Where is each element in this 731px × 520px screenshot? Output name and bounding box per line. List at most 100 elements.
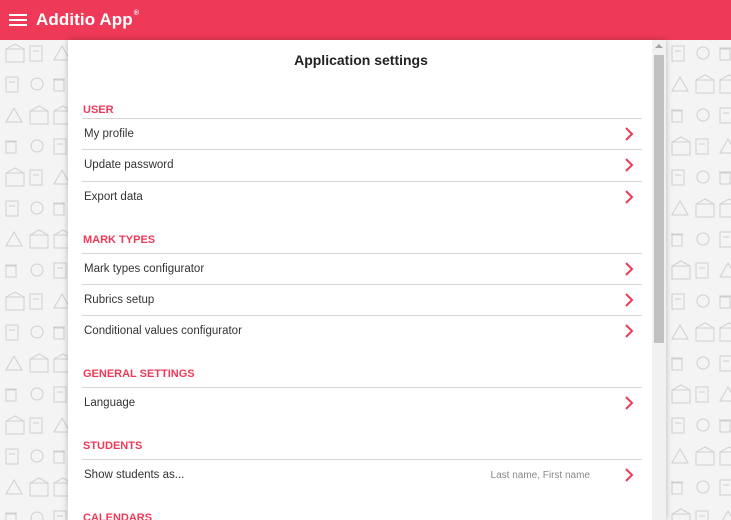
pattern-shape (5, 388, 17, 402)
pattern-shape (671, 169, 685, 186)
pattern-shape (696, 418, 710, 432)
pattern-shape (29, 45, 43, 62)
pattern-shape (53, 510, 67, 520)
settings-item-export-data[interactable]: Export data (82, 181, 642, 212)
settings-item-conditional-values[interactable]: Conditional values configurator (82, 315, 642, 346)
pattern-shape (671, 417, 685, 434)
background-pattern-left (0, 40, 68, 520)
pattern-shape (695, 198, 715, 218)
app-title: Additio App® (36, 10, 139, 30)
pattern-shape (5, 230, 23, 247)
pattern-shape (5, 415, 25, 435)
pattern-shape (30, 449, 44, 463)
pattern-shape (719, 198, 731, 218)
pattern-shape (29, 353, 49, 373)
pattern-shape (695, 510, 709, 520)
pattern-shape (5, 264, 17, 278)
pattern-shape (719, 231, 731, 248)
pattern-shape (29, 229, 49, 249)
scrollbar-thumb[interactable] (654, 55, 664, 343)
settings-item-show-students-as[interactable]: Show students as... Last name, First nam… (82, 459, 642, 490)
settings-item-mark-types-configurator[interactable]: Mark types configurator (82, 253, 642, 284)
pattern-shape (671, 199, 689, 216)
hamburger-icon[interactable] (9, 13, 27, 27)
chevron-right-icon (625, 262, 634, 276)
chevron-right-icon (625, 293, 634, 307)
pattern-shape (53, 202, 65, 216)
pattern-shape (53, 262, 67, 279)
chevron-right-icon (625, 127, 634, 141)
settings-panel: Application settings USER My profile Upd… (68, 40, 666, 520)
settings-item-label: Language (84, 397, 136, 409)
pattern-shape (722, 509, 731, 520)
chevron-right-icon (625, 324, 634, 338)
pattern-shape (671, 447, 689, 464)
pattern-shape (53, 416, 68, 433)
school-pattern-icons (671, 45, 731, 520)
pattern-shape (719, 47, 731, 61)
pattern-shape (695, 322, 715, 342)
pattern-shape (671, 233, 683, 247)
pattern-shape (53, 386, 67, 403)
pattern-shape (30, 325, 44, 339)
pattern-shape (696, 294, 710, 308)
pattern-shape (696, 356, 710, 370)
app-title-text: Additio App (36, 10, 133, 29)
pattern-shape (696, 480, 710, 494)
pattern-shape (719, 74, 731, 94)
pattern-shape (695, 138, 709, 155)
pattern-shape (30, 77, 44, 91)
pattern-shape (719, 171, 731, 185)
pattern-shape (671, 508, 691, 520)
pattern-shape (5, 324, 19, 341)
pattern-shape (30, 201, 44, 215)
settings-item-label: My profile (84, 128, 134, 140)
pattern-shape (30, 511, 44, 520)
settings-item-value: Last name, First name (490, 470, 590, 481)
pattern-shape (696, 46, 710, 60)
pattern-shape (30, 263, 44, 277)
section-header-user: USER (83, 104, 114, 116)
pattern-shape (671, 384, 691, 404)
pattern-shape (53, 105, 68, 125)
pattern-shape (671, 323, 689, 340)
pattern-shape (29, 105, 49, 125)
pattern-shape (719, 479, 731, 496)
pattern-shape (5, 76, 19, 93)
scrollbar[interactable] (652, 40, 666, 520)
pattern-shape (719, 137, 731, 154)
pattern-shape (671, 136, 691, 156)
settings-item-label: Conditional values configurator (84, 325, 242, 337)
pattern-shape (719, 322, 731, 342)
pattern-shape (5, 43, 25, 63)
school-pattern-icons (5, 43, 68, 520)
pattern-shape (53, 450, 65, 464)
pattern-shape (719, 295, 731, 309)
background-pattern-right (666, 40, 731, 520)
pattern-shape (671, 109, 683, 123)
pattern-shape (696, 232, 710, 246)
pattern-shape (719, 419, 731, 433)
pattern-shape (695, 74, 715, 94)
pattern-shape (696, 108, 710, 122)
settings-item-my-profile[interactable]: My profile (82, 118, 642, 149)
settings-item-update-password[interactable]: Update password (82, 149, 642, 180)
settings-item-language[interactable]: Language (82, 387, 642, 418)
pattern-shape (53, 138, 67, 155)
section-header-calendars: CALENDARS (83, 512, 153, 520)
pattern-shape (671, 481, 683, 495)
pattern-shape (29, 477, 49, 497)
scroll-up-arrow-icon[interactable] (655, 44, 663, 48)
chevron-right-icon (625, 468, 634, 482)
pattern-shape (53, 353, 68, 373)
pattern-shape (719, 261, 731, 278)
pattern-shape (695, 386, 709, 403)
pattern-shape (5, 200, 19, 217)
settings-item-rubrics-setup[interactable]: Rubrics setup (82, 284, 642, 315)
pattern-shape (53, 477, 68, 497)
pattern-shape (671, 75, 689, 92)
pattern-shape (5, 478, 23, 495)
pattern-shape (5, 167, 25, 187)
settings-item-label: Show students as... (84, 469, 185, 481)
pattern-shape (53, 326, 65, 340)
